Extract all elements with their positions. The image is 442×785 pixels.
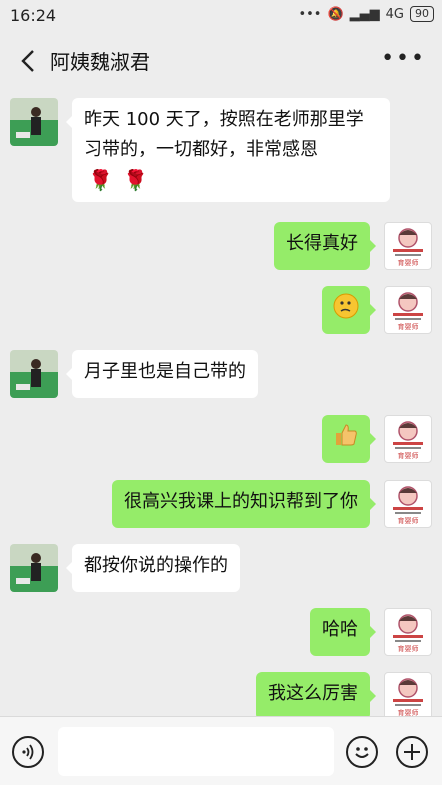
message-row: 月子里也是自己带的 — [0, 350, 442, 400]
message-row: 我这么厉害 育婴师 — [0, 672, 442, 716]
message-row: 哈哈 育婴师 — [0, 608, 442, 658]
contact-avatar[interactable] — [10, 350, 58, 398]
message-bubble[interactable]: 都按你说的操作的 — [66, 544, 240, 592]
avatar-caption: 育婴师 — [397, 323, 419, 331]
message-text: 都按你说的操作的 — [84, 555, 228, 576]
avatar-caption: 育婴师 — [397, 517, 419, 525]
my-avatar[interactable]: 育婴师 — [384, 286, 432, 334]
message-text: 我这么厉害 — [268, 683, 358, 704]
my-avatar[interactable]: 育婴师 — [384, 608, 432, 656]
message-row: 育婴师 — [0, 286, 442, 336]
message-row: 昨天 100 天了，按照在老师那里学习带的，一切都好，非常感恩 🌹 🌹 — [0, 98, 442, 208]
input-bar — [0, 716, 442, 785]
my-avatar[interactable]: 育婴师 — [384, 672, 432, 716]
contact-avatar[interactable] — [10, 544, 58, 592]
rose-icon: 🌹 — [88, 168, 113, 192]
message-bubble[interactable]: 我这么厉害 — [256, 672, 376, 716]
status-icons: ••• 🔕 ▂▄▆ 4G 90 — [298, 6, 434, 22]
message-bubble[interactable]: 月子里也是自己带的 — [66, 350, 258, 398]
network-type: 4G — [385, 6, 404, 22]
voice-input-icon[interactable] — [12, 736, 44, 768]
avatar-caption: 育婴师 — [397, 452, 419, 460]
message-bubble[interactable]: 长得真好 — [274, 222, 376, 270]
message-text: 哈哈 — [322, 619, 358, 640]
message-text: 长得真好 — [286, 233, 358, 254]
chat-header: 阿姨魏淑君 ••• — [0, 32, 442, 90]
chat-title: 阿姨魏淑君 — [50, 50, 150, 74]
message-bubble[interactable]: 很高兴我课上的知识帮到了你 — [112, 480, 376, 528]
notification-dots-icon: ••• — [298, 6, 322, 22]
message-text: 昨天 100 天了，按照在老师那里学习带的，一切都好，非常感恩 — [84, 109, 364, 160]
message-bubble[interactable]: 哈哈 — [310, 608, 376, 656]
status-bar: 16:24 ••• 🔕 ▂▄▆ 4G 90 — [0, 0, 442, 32]
contact-avatar[interactable] — [10, 98, 58, 146]
avatar-caption: 育婴师 — [397, 645, 419, 653]
message-row: 育婴师 — [0, 415, 442, 465]
clock: 16:24 — [10, 6, 57, 25]
my-avatar[interactable]: 育婴师 — [384, 415, 432, 463]
message-row: 长得真好 育婴师 — [0, 222, 442, 272]
message-row: 都按你说的操作的 — [0, 544, 442, 594]
message-text: 月子里也是自己带的 — [84, 361, 246, 382]
more-options-icon[interactable]: ••• — [381, 46, 426, 71]
mute-bell-icon: 🔕 — [327, 6, 344, 22]
emoji-icon[interactable] — [346, 736, 378, 768]
thumbs-up-icon — [336, 424, 357, 446]
message-row: 很高兴我课上的知识帮到了你 育婴师 — [0, 480, 442, 530]
my-avatar[interactable]: 育婴师 — [384, 480, 432, 528]
message-bubble[interactable]: 昨天 100 天了，按照在老师那里学习带的，一切都好，非常感恩 🌹 🌹 — [66, 98, 390, 202]
message-bubble[interactable] — [322, 286, 376, 334]
plus-icon[interactable] — [396, 736, 428, 768]
signal-icon: ▂▄▆ — [349, 6, 380, 22]
message-text: 很高兴我课上的知识帮到了你 — [124, 491, 358, 512]
back-icon[interactable] — [16, 48, 42, 74]
rose-icon: 🌹 — [123, 168, 149, 192]
message-input[interactable] — [58, 727, 334, 776]
avatar-caption: 育婴师 — [397, 259, 419, 267]
battery-indicator: 90 — [410, 6, 434, 22]
chat-message-list[interactable]: 昨天 100 天了，按照在老师那里学习带的，一切都好，非常感恩 🌹 🌹 长得真好… — [0, 90, 442, 716]
my-avatar[interactable]: 育婴师 — [384, 222, 432, 270]
avatar-caption: 育婴师 — [397, 709, 419, 716]
thinking-face-icon — [333, 293, 359, 319]
message-bubble[interactable] — [322, 415, 376, 463]
